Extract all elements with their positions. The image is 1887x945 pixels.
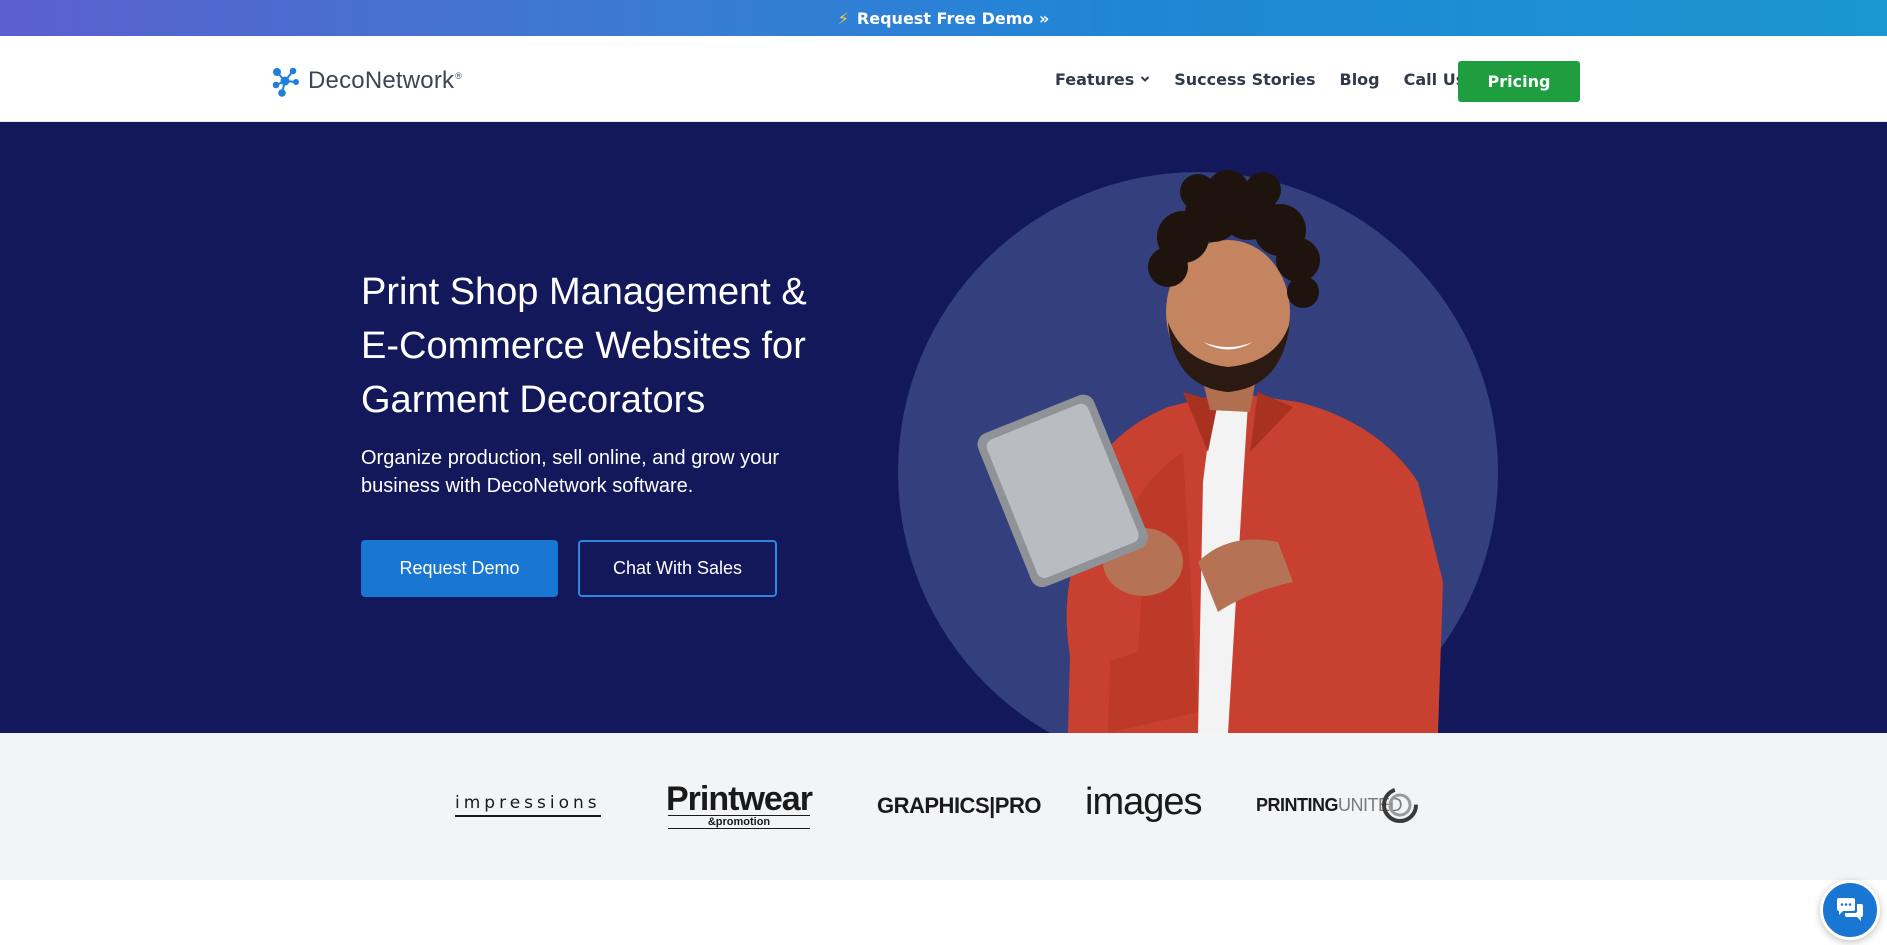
pricing-button[interactable]: Pricing	[1458, 61, 1580, 102]
chevron-down-icon	[1141, 76, 1150, 82]
images-logo: images	[1085, 781, 1202, 823]
printwear-logo: Printwear &promotion	[666, 780, 813, 829]
graphicspro-logo: GRAPHICS|PRO	[877, 793, 1041, 818]
request-free-demo-link[interactable]: ⚡ Request Free Demo »	[838, 9, 1050, 28]
chat-with-sales-button[interactable]: Chat With Sales	[578, 540, 777, 597]
nav-blog[interactable]: Blog	[1340, 70, 1380, 89]
printingunited-logo: PRINTING UNITED	[1256, 785, 1420, 825]
nav-call-us-label: Call Us	[1403, 69, 1466, 89]
chat-widget-button[interactable]	[1820, 880, 1880, 940]
hero-title: Print Shop Management & E-Commerce Websi…	[361, 271, 807, 421]
chat-bubbles-icon	[1837, 898, 1863, 921]
nav-features[interactable]: Features	[1055, 70, 1150, 89]
site-header: DecoNetwork® Features Success Stories Bl…	[0, 36, 1887, 122]
printwear-logo-main: Printwear	[666, 780, 813, 818]
hero-subtitle: Organize production, sell online, and gr…	[361, 447, 780, 497]
deconetwork-logo[interactable]: DecoNetwork®	[268, 64, 462, 98]
hero-person-image	[977, 170, 1443, 733]
nav-features-label: Features	[1055, 69, 1135, 89]
nav-success-stories-label: Success Stories	[1174, 69, 1316, 89]
press-logos-strip: impressions Printwear &promotion GRAPHIC…	[0, 733, 1887, 880]
bolt-icon: ⚡	[837, 8, 849, 28]
promo-label: Request Free Demo »	[856, 8, 1050, 28]
nav-blog-label: Blog	[1339, 69, 1380, 89]
logo-text: DecoNetwork®	[308, 67, 463, 94]
impressions-logo: impressions	[455, 793, 601, 817]
printingunited-ring-icon	[1382, 787, 1419, 823]
main-nav: Features Success Stories Blog Call Us	[1055, 36, 1505, 122]
request-demo-button[interactable]: Request Demo	[361, 540, 558, 597]
hero-section: Print Shop Management & E-Commerce Websi…	[0, 122, 1887, 733]
printingunited-logo-a: PRINTING	[1256, 794, 1339, 815]
deconetwork-logo-mark-icon	[272, 67, 299, 97]
nav-success-stories[interactable]: Success Stories	[1174, 70, 1315, 89]
promo-bar: ⚡ Request Free Demo »	[0, 0, 1887, 36]
